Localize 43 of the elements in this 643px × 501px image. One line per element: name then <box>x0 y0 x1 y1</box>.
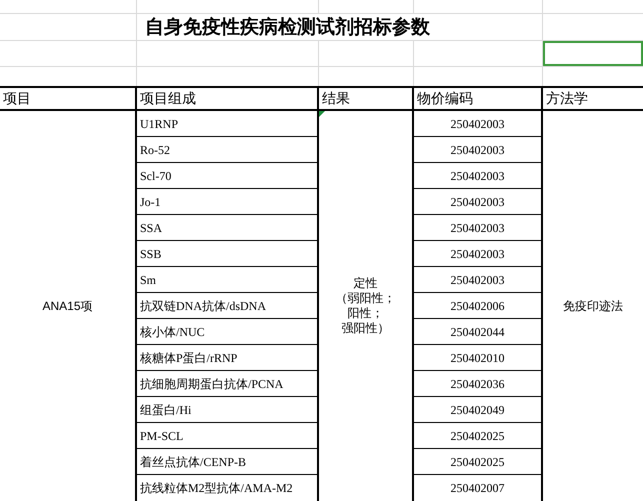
table-cell-text: SSA <box>140 220 162 236</box>
table-cell-text: 250402003 <box>450 116 504 132</box>
column-header: 物价编码 <box>414 88 543 109</box>
table-cell-text: 250402025 <box>450 454 504 470</box>
column-header: 项目 <box>0 88 137 109</box>
table-cell-text: Sm <box>140 272 156 288</box>
table-cell-text: SSB <box>140 246 162 262</box>
table-cell-text: 免疫印迹法 <box>563 298 623 315</box>
table-cell-text: 250402003 <box>450 220 504 236</box>
table-cell-text: 250402003 <box>450 194 504 210</box>
table-cell-text: U1RNP <box>140 116 178 132</box>
table-cell-text: 250402025 <box>450 428 504 444</box>
column-header: 结果 <box>319 88 414 109</box>
table-cell-text: 250402036 <box>450 376 504 392</box>
result-line: （弱阳性； <box>336 291 396 306</box>
table-cell-text: 250402049 <box>450 402 504 418</box>
table-cell-text: 核小体/NUC <box>140 324 205 340</box>
table-cell-text: 250402010 <box>450 350 504 366</box>
table-cell-text: Scl-70 <box>140 168 172 184</box>
table-cell-text: Ro-52 <box>140 142 170 158</box>
result-line: 定性 <box>354 276 378 291</box>
table-cell-text: 组蛋白/Hi <box>140 402 192 418</box>
table-cell-text: 250402006 <box>450 298 504 314</box>
sheet-title: 自身免疫性疾病检测试剂招标参数 <box>145 16 430 40</box>
selected-cell[interactable] <box>543 41 643 66</box>
table-cell-text: 250402003 <box>450 142 504 158</box>
result-line: 强阳性） <box>342 321 390 336</box>
table-cell-text: 抗细胞周期蛋白抗体/PCNA <box>140 376 284 392</box>
table-cell-text: 着丝点抗体/CENP-B <box>140 454 246 470</box>
table-cell-text: 抗线粒体M2型抗体/AMA-M2 <box>140 480 293 497</box>
table-cell-text: 250402044 <box>450 324 504 340</box>
table-cell-text: 250402003 <box>450 246 504 262</box>
table-cell-text: 250402007 <box>450 480 504 497</box>
table-cell-text: ANA15项 <box>42 298 93 315</box>
table-cell-text: 250402003 <box>450 168 504 184</box>
column-header: 方法学 <box>545 89 589 108</box>
table-cell-text: 250402003 <box>450 272 504 288</box>
column-header: 项目组成 <box>137 88 319 109</box>
table-cell-text: PM-SCL <box>140 428 184 444</box>
table-cell-text: Jo-1 <box>140 194 161 210</box>
result-line: 阳性； <box>348 306 384 321</box>
table-cell-text: 核糖体P蛋白/rRNP <box>140 350 238 366</box>
table-cell-text: 抗双链DNA抗体/dsDNA <box>140 298 266 314</box>
